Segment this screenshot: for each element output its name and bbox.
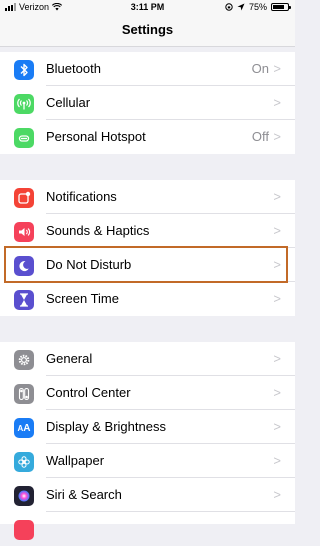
gear-icon	[14, 350, 34, 370]
toggles-icon	[14, 384, 34, 404]
siri-icon	[14, 486, 34, 506]
page-title: Settings	[121, 22, 174, 37]
chevron-right-icon: >	[273, 419, 281, 434]
chevron-right-icon: >	[273, 189, 281, 204]
chevron-right-icon: >	[273, 291, 281, 306]
row-label: Personal Hotspot	[46, 129, 146, 144]
settings-row-general[interactable]: General >	[0, 342, 295, 376]
row-label: General	[46, 351, 93, 366]
chevron-right-icon: >	[273, 61, 281, 76]
row-label: Notifications	[46, 189, 117, 204]
status-bar: Verizon 3:11 PM 75%	[0, 0, 295, 14]
chevron-right-icon: >	[273, 95, 281, 110]
settings-row-wallpaper[interactable]: Wallpaper >	[0, 444, 295, 478]
connectivity-group: Bluetooth On > Cellular > Personal Hotsp…	[0, 52, 295, 154]
settings-row-cellular[interactable]: Cellular >	[0, 86, 295, 120]
row-label: Display & Brightness	[46, 419, 166, 434]
hotspot-icon	[14, 128, 34, 148]
settings-row-sounds-haptics[interactable]: Sounds & Haptics >	[0, 214, 295, 248]
cellular-icon	[14, 94, 34, 114]
settings-row-notifications[interactable]: Notifications >	[0, 180, 295, 214]
notifications-icon	[14, 188, 34, 208]
row-label: Bluetooth	[46, 61, 101, 76]
chevron-right-icon: >	[273, 129, 281, 144]
row-value: Off	[251, 129, 269, 144]
row-label: Cellular	[46, 95, 91, 110]
highlight-box	[4, 246, 288, 283]
chevron-right-icon: >	[273, 223, 281, 238]
row-label: Sounds & Haptics	[46, 223, 150, 238]
hourglass-icon	[14, 290, 34, 310]
row-label: Siri & Search	[46, 487, 122, 502]
location-icon	[237, 3, 245, 11]
row-label: Control Center	[46, 385, 131, 400]
chevron-right-icon: >	[273, 351, 281, 366]
settings-row-siri-search[interactable]: Siri & Search >	[0, 478, 295, 512]
general-group: General > Control Center > AA Display & …	[0, 342, 295, 540]
bluetooth-icon	[14, 60, 34, 80]
partial-app-icon	[14, 520, 34, 540]
text-size-icon: AA	[14, 418, 34, 438]
navigation-bar: Settings	[0, 14, 295, 47]
settings-row-screen-time[interactable]: Screen Time >	[0, 282, 295, 316]
chevron-right-icon: >	[273, 487, 281, 502]
chevron-right-icon: >	[273, 453, 281, 468]
orientation-lock-icon	[225, 3, 233, 11]
row-value: On	[251, 61, 269, 76]
settings-row-personal-hotspot[interactable]: Personal Hotspot Off >	[0, 120, 295, 154]
status-icons: 75%	[225, 2, 291, 12]
row-label: Wallpaper	[46, 453, 105, 468]
battery-percent: 75%	[248, 2, 267, 12]
settings-row-display-brightness[interactable]: AA Display & Brightness >	[0, 410, 295, 444]
flower-icon	[14, 452, 34, 472]
battery-icon	[271, 3, 291, 11]
speaker-icon	[14, 222, 34, 242]
settings-row-bluetooth[interactable]: Bluetooth On >	[0, 52, 295, 86]
row-label: Screen Time	[46, 291, 119, 306]
settings-row-partial[interactable]	[0, 512, 295, 546]
chevron-right-icon: >	[273, 385, 281, 400]
settings-row-control-center[interactable]: Control Center >	[0, 376, 295, 410]
